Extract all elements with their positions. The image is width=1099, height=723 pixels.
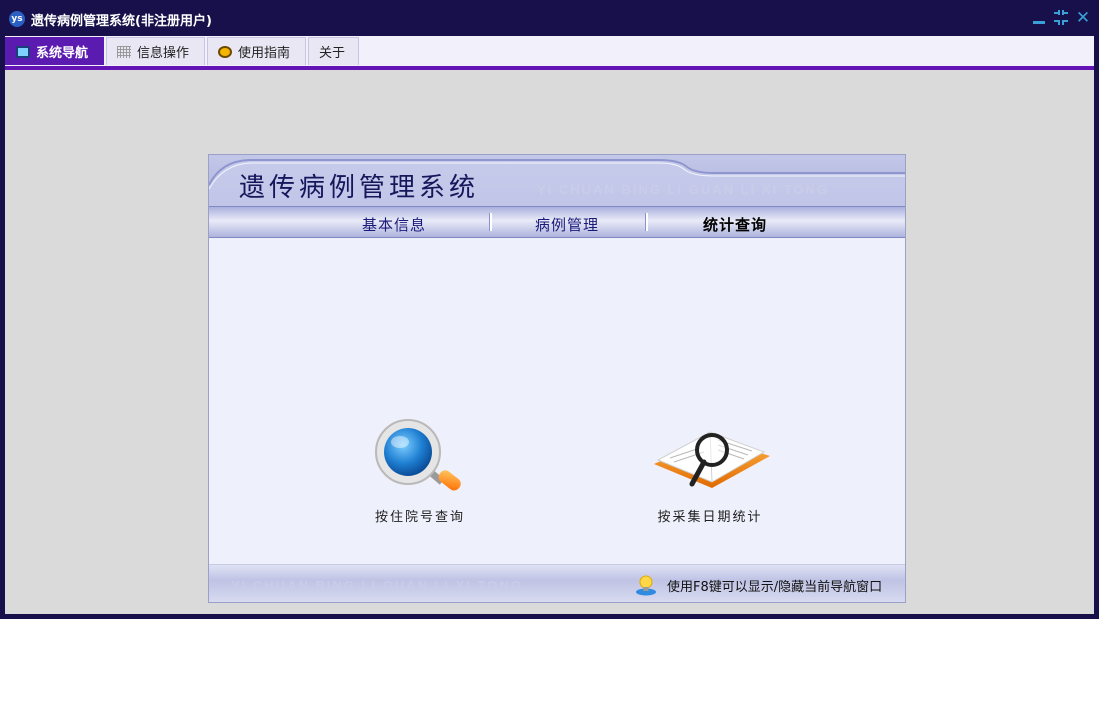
tab-info-operation[interactable]: 信息操作: [106, 37, 205, 65]
feature-stats-by-date[interactable]: 按采集日期统计: [645, 418, 775, 525]
panel-subtitle: YI CHUAN BING LI GUAN LI XI TONG: [537, 182, 829, 197]
book-magnifier-icon: [654, 431, 770, 488]
panel-nav: 基本信息 病例管理 统计查询: [209, 206, 905, 238]
tab-label: 系统导航: [36, 46, 89, 61]
grid-icon: [117, 45, 131, 58]
nav-case-management[interactable]: 病例管理: [535, 214, 599, 235]
tab-label: 使用指南: [238, 46, 291, 61]
navigation-panel: 遗传病例管理系统 YI CHUAN BING LI GUAN LI XI TON…: [208, 154, 906, 603]
panel-footer: YI CHUAN BING LI GUAN LI XI TONG 使用F8键可以…: [209, 564, 905, 602]
feature-label: 按住院号查询: [374, 510, 465, 525]
panel-banner: 遗传病例管理系统 YI CHUAN BING LI GUAN LI XI TON…: [209, 155, 905, 206]
window-controls: ✕: [1031, 9, 1091, 27]
monitor-icon: [16, 45, 30, 58]
title-bar[interactable]: ys 遗传病例管理系统(非注册用户) ✕: [0, 0, 1099, 36]
info-lightbulb-icon: [636, 575, 656, 596]
minimize-icon[interactable]: [1031, 9, 1047, 27]
nav-separator: [489, 213, 492, 231]
menu-tab-bar: 系统导航 信息操作 使用指南 关于: [5, 36, 1094, 70]
magnifier-icon: [375, 419, 461, 491]
client-area: 遗传病例管理系统 YI CHUAN BING LI GUAN LI XI TON…: [5, 70, 1094, 614]
footer-hint-text: 使用F8键可以显示/隐藏当前导航窗口: [667, 579, 883, 595]
tab-system-navigation[interactable]: 系统导航: [5, 37, 104, 65]
panel-title: 遗传病例管理系统: [239, 173, 480, 203]
app-icon: ys: [9, 11, 25, 27]
restore-icon[interactable]: [1053, 9, 1069, 27]
tab-label: 关于: [319, 46, 346, 61]
feature-label: 按采集日期统计: [657, 510, 763, 525]
close-icon[interactable]: ✕: [1075, 9, 1091, 27]
main-window: ys 遗传病例管理系统(非注册用户) ✕ 系统导航 信息操作 使用指南 关于 遗…: [0, 0, 1099, 619]
nav-basic-info[interactable]: 基本信息: [362, 214, 426, 235]
window-title: 遗传病例管理系统(非注册用户): [31, 14, 212, 29]
tab-about[interactable]: 关于: [308, 37, 359, 65]
tab-user-guide[interactable]: 使用指南: [207, 37, 306, 65]
footer-subtitle: YI CHUAN BING LI GUAN LI XI TONG: [231, 578, 523, 593]
nav-separator: [645, 213, 648, 231]
nav-statistics-query[interactable]: 统计查询: [703, 214, 767, 235]
feature-query-by-admission[interactable]: 按住院号查询: [365, 418, 475, 525]
footer-hint: 使用F8键可以显示/隐藏当前导航窗口: [635, 574, 882, 596]
tab-label: 信息操作: [137, 46, 190, 61]
lightbulb-icon: [218, 45, 232, 58]
